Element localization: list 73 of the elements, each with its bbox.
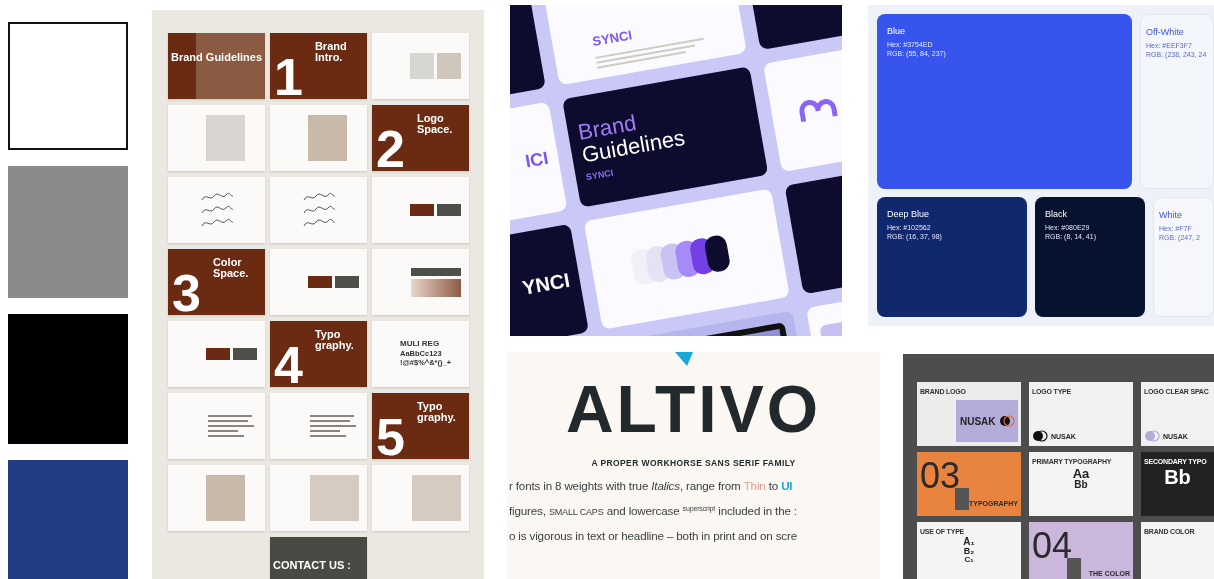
- slide-title: Typo graphy.: [416, 401, 456, 425]
- photo-placeholder: [206, 115, 245, 161]
- color-swatch: [206, 348, 230, 360]
- photo-placeholder: [308, 115, 347, 161]
- type-glyph: B₂: [963, 547, 975, 556]
- script-logo-icon: [199, 218, 234, 228]
- text-line: [310, 415, 354, 417]
- script-logo-icon: [199, 192, 234, 202]
- color-name: Black: [1045, 209, 1068, 220]
- color-swatch: [308, 276, 332, 288]
- text-line: [208, 415, 252, 417]
- logo-rings-icon: [1032, 430, 1048, 442]
- photo-placeholder: [437, 53, 461, 79]
- text-line: [208, 435, 244, 437]
- text-line: [208, 420, 248, 422]
- body-text: figures, SMALL CAPS and lowercase $^{superscript}$ included in the :: [509, 503, 798, 519]
- wordmark: NUSAK: [960, 415, 996, 427]
- photo-placeholder: [206, 475, 245, 521]
- section-number: 04: [1032, 528, 1073, 564]
- chapter-number: 1: [274, 51, 303, 99]
- text-line: [310, 435, 346, 437]
- script-logo-icon: [301, 205, 336, 215]
- slide-title: CONTACT US :: [273, 559, 351, 573]
- photo-placeholder: [1067, 558, 1081, 579]
- text-line: [310, 425, 356, 427]
- specimen-text: MULI REG: [400, 340, 440, 350]
- photo-placeholder: [955, 488, 969, 510]
- color-swatch: [335, 276, 359, 288]
- chapter-number: 4: [274, 339, 303, 387]
- color-name: Deep Blue: [887, 209, 931, 220]
- script-logo-icon: [301, 218, 336, 228]
- type-glyph: A₁: [963, 537, 975, 547]
- wordmark: ICI: [523, 147, 550, 172]
- type-glyph: Aa: [1072, 467, 1090, 480]
- chapter-number: 2: [376, 123, 405, 171]
- text-line: [208, 430, 238, 432]
- type-glyph: C₁: [964, 556, 974, 564]
- photo-placeholder: [412, 475, 461, 521]
- body-text: o is vigorous in text or headline – both in print and on scre: [509, 528, 798, 544]
- slide-title: Logo Space.: [416, 113, 453, 137]
- gradient-swatch: [410, 278, 461, 297]
- color-swatch: [410, 204, 434, 216]
- wordmark: SYNCI: [591, 27, 633, 49]
- color-name: Off-White: [1146, 27, 1185, 37]
- type-glyph: Bb: [1074, 480, 1088, 490]
- logo-rings-icon: [1144, 430, 1160, 442]
- chapter-number: 3: [172, 267, 201, 315]
- script-logo-icon: [199, 205, 234, 215]
- slide-title: Brand Guidelines: [171, 51, 263, 63]
- color-name: Blue: [887, 26, 906, 36]
- chapter-number: 5: [376, 411, 405, 459]
- triangle-icon: [674, 352, 693, 366]
- slide-title: Typo graphy.: [314, 329, 354, 353]
- section-number: 03: [920, 458, 961, 494]
- photo-placeholder: [410, 53, 434, 79]
- wordmark: SYNCI: [585, 166, 615, 183]
- wordmark: YNCI: [520, 268, 572, 300]
- body-text: r fonts in 8 weights with true Italics, range from Thin to Ul: [509, 478, 794, 494]
- script-logo-icon: [301, 192, 336, 202]
- color-swatch: [437, 204, 461, 216]
- logo-rings-icon: [998, 415, 1015, 427]
- text-line: [310, 430, 340, 432]
- text-line: [310, 420, 350, 422]
- font-tagline: A PROPER WORKHORSE SANS SERIF FAMILY: [591, 458, 796, 468]
- color-name: White: [1159, 210, 1183, 221]
- text-line: [208, 425, 254, 427]
- color-swatch: [410, 267, 461, 276]
- font-name: ALTIVO: [565, 376, 822, 442]
- slide-title: Color Space.: [212, 257, 249, 281]
- color-swatch: [233, 348, 257, 360]
- photo-placeholder: [310, 475, 359, 521]
- type-glyph: Bb: [1164, 467, 1191, 487]
- slide-title: Brand Intro.: [314, 41, 347, 65]
